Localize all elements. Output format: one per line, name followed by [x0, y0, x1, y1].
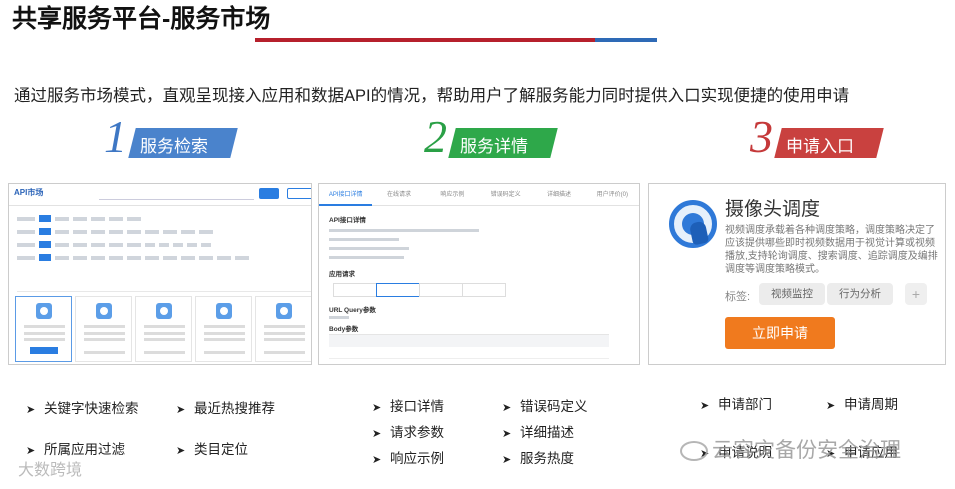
api-card-icon — [216, 303, 232, 319]
param-subtab[interactable] — [462, 283, 506, 297]
service-title: 摄像头调度 — [725, 199, 821, 220]
arrow-bullet-icon: ➤ — [372, 454, 382, 466]
feature-response-example: ➤ 响应示例 — [372, 451, 444, 466]
title-underline-red — [255, 38, 595, 42]
tags-label: 标签: — [725, 291, 751, 303]
param-subtab[interactable] — [333, 283, 377, 297]
arrow-bullet-icon: ➤ — [176, 445, 186, 457]
feature-interface-detail: ➤ 接口详情 — [372, 399, 444, 414]
title-underline-blue — [595, 38, 657, 42]
arrow-bullet-icon: ➤ — [372, 402, 382, 414]
arrow-bullet-icon: ➤ — [700, 400, 710, 412]
feature-keyword-search: ➤ 关键字快速检索 — [26, 401, 139, 416]
api-card-apply-button[interactable] — [30, 347, 58, 354]
api-request-params-title: 应用请求 — [329, 271, 355, 278]
service-description: 视频调度承载着各种调度策略，调度策略决定了应该提供哪些即时视频数据用于视觉计算或… — [725, 225, 938, 275]
arrow-bullet-icon: ➤ — [502, 402, 512, 414]
step-2-label: 服务详情 — [460, 137, 528, 156]
api-card-list — [15, 296, 311, 362]
api-market-sort-bar — [17, 284, 311, 292]
feature-error-codes: ➤ 错误码定义 — [502, 399, 588, 414]
api-query-params-title: URL Query参数 — [329, 307, 376, 314]
api-market-logo: API市场 — [14, 188, 44, 197]
step-3-number: 3 — [750, 111, 773, 162]
api-market-search-button[interactable] — [259, 188, 279, 199]
api-body-params-title: Body参数 — [329, 326, 359, 333]
api-market-screenshot: API市场 — [8, 183, 312, 365]
api-detail-tabs: API接口详情 在线请求 响应示例 错误码定义 详细描述 用户评价(0) — [319, 184, 639, 206]
arrow-bullet-icon: ➤ — [826, 400, 836, 412]
feature-request-params: ➤ 请求参数 — [372, 425, 444, 440]
api-card-icon — [96, 303, 112, 319]
watermark-right: 云容灾备份安全治理 — [680, 434, 901, 464]
api-param-subtabs — [333, 283, 506, 297]
step-1-label: 服务检索 — [140, 137, 208, 156]
api-card-icon — [156, 303, 172, 319]
arrow-bullet-icon: ➤ — [26, 404, 36, 416]
arrow-bullet-icon: ➤ — [502, 454, 512, 466]
filter-row[interactable] — [17, 227, 311, 237]
feature-app-filter: ➤ 所属应用过滤 — [26, 442, 125, 457]
page-title: 共享服务平台-服务市场 — [12, 5, 271, 33]
api-detail-section-title: API接口详情 — [329, 217, 366, 224]
api-card-icon — [276, 303, 292, 319]
arrow-bullet-icon: ➤ — [176, 404, 186, 416]
api-card[interactable] — [15, 296, 72, 362]
page-subtitle: 通过服务市场模式，直观呈现接入应用和数据API的情况，帮助用户了解服务能力同时提… — [14, 87, 850, 105]
api-market-filters — [17, 214, 311, 266]
api-market-secondary-button[interactable] — [287, 188, 311, 199]
filter-row[interactable] — [17, 240, 311, 250]
feature-apply-department: ➤ 申请部门 — [700, 397, 772, 412]
api-card[interactable] — [255, 296, 311, 362]
table-row — [329, 347, 609, 359]
step-3-label: 申请入口 — [786, 137, 854, 156]
tag-video-monitoring[interactable]: 视频监控 — [759, 283, 825, 305]
api-detail-screenshot: API接口详情 在线请求 响应示例 错误码定义 详细描述 用户评价(0) API… — [318, 183, 640, 365]
api-params-table — [329, 334, 609, 362]
api-card[interactable] — [135, 296, 192, 362]
tab-description[interactable]: 详细描述 — [532, 184, 585, 206]
step-2-number: 2 — [424, 111, 447, 162]
tab-response-example[interactable]: 响应示例 — [426, 184, 479, 206]
api-card-icon — [36, 303, 52, 319]
feature-category-locate: ➤ 类目定位 — [176, 442, 248, 457]
tab-user-reviews[interactable]: 用户评价(0) — [586, 184, 639, 206]
param-subtab[interactable] — [419, 283, 463, 297]
wechat-icon — [680, 441, 708, 462]
api-card[interactable] — [195, 296, 252, 362]
filter-row[interactable] — [17, 214, 311, 224]
apply-entry-screenshot: 摄像头调度 视频调度承载着各种调度策略，调度策略决定了应该提供哪些即时视频数据用… — [648, 183, 946, 365]
tab-online-request[interactable]: 在线请求 — [372, 184, 425, 206]
param-subtab[interactable] — [376, 283, 420, 297]
step-1-number: 1 — [104, 111, 127, 162]
feature-service-popularity: ➤ 服务热度 — [502, 451, 574, 466]
feature-hot-search: ➤ 最近热搜推荐 — [176, 401, 275, 416]
arrow-bullet-icon: ➤ — [372, 428, 382, 440]
apply-now-button[interactable]: 立即申请 — [725, 317, 835, 349]
camera-dispatch-icon — [665, 192, 725, 256]
api-market-header: API市场 — [9, 184, 311, 206]
filter-row[interactable] — [17, 253, 311, 263]
api-card[interactable] — [75, 296, 132, 362]
tab-error-codes[interactable]: 错误码定义 — [479, 184, 532, 206]
watermark-left: 大数跨境 — [18, 462, 83, 479]
add-tag-button[interactable]: + — [905, 283, 927, 305]
feature-apply-period: ➤ 申请周期 — [826, 397, 898, 412]
tag-behavior-analysis[interactable]: 行为分析 — [827, 283, 893, 305]
feature-detailed-description: ➤ 详细描述 — [502, 425, 574, 440]
arrow-bullet-icon: ➤ — [502, 428, 512, 440]
tab-api-detail[interactable]: API接口详情 — [319, 184, 373, 206]
api-market-search-input[interactable] — [99, 189, 254, 200]
